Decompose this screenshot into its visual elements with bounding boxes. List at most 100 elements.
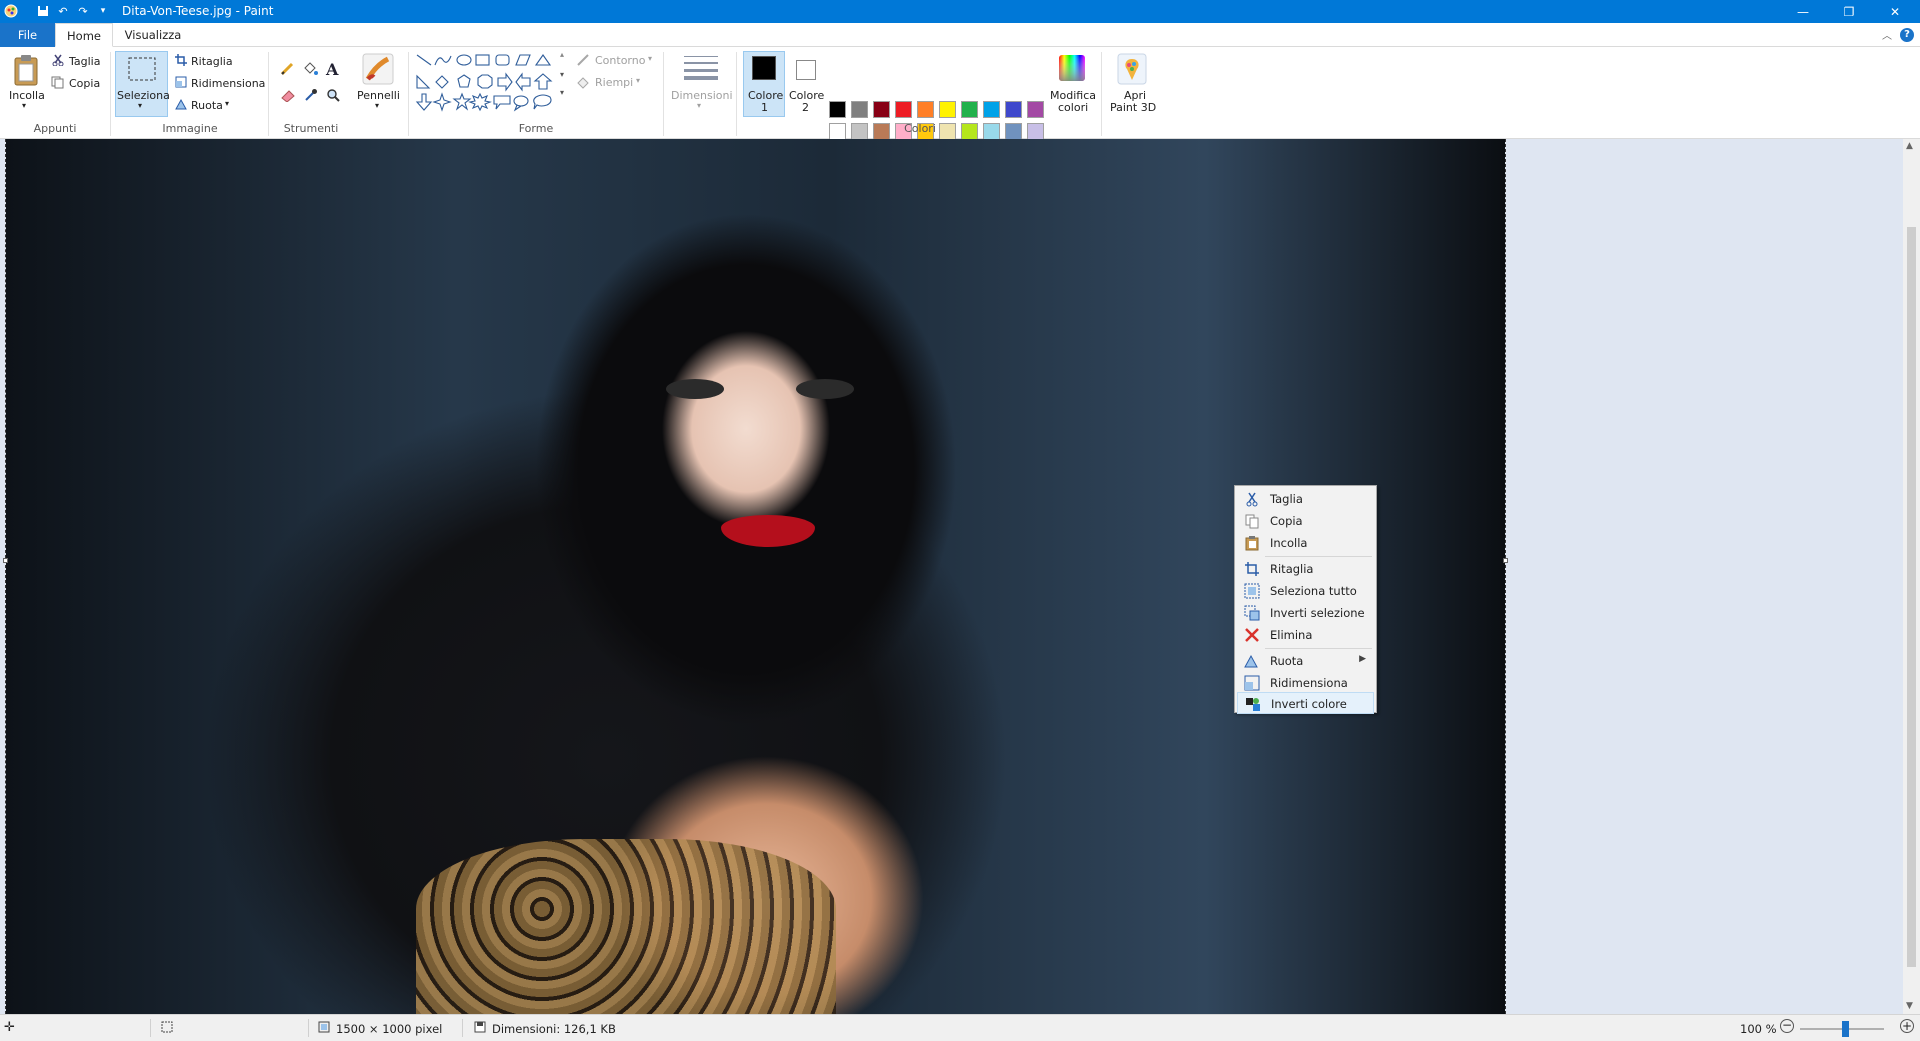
crop-icon	[175, 54, 187, 69]
rotate-button[interactable]: Ruota	[191, 99, 223, 112]
shapes-expand-icon[interactable]: ▾	[560, 88, 564, 97]
color-picker-icon[interactable]	[304, 88, 318, 105]
select-dropdown-icon[interactable]: ▾	[138, 101, 142, 110]
size-icon	[684, 54, 718, 83]
close-button[interactable]: ✕	[1872, 0, 1918, 23]
outline-dropdown-icon[interactable]: ▾	[648, 54, 652, 63]
brushes-dropdown-icon[interactable]: ▾	[375, 101, 379, 110]
palette-swatch[interactable]	[1005, 101, 1022, 118]
menu-item-resize[interactable]: Ridimensiona	[1237, 672, 1374, 694]
canvas-workspace[interactable]	[0, 139, 1903, 1014]
menu-item-select-all[interactable]: Seleziona tutto	[1237, 580, 1374, 602]
zoom-in-button[interactable]: +	[1900, 1019, 1914, 1033]
paste-button[interactable]: Incolla	[9, 89, 45, 102]
menu-item-cut[interactable]: Taglia	[1237, 488, 1374, 510]
tab-home[interactable]: Home	[55, 23, 113, 47]
scissors-icon	[1244, 491, 1260, 507]
shapes-scroll-up-icon[interactable]: ▴	[560, 50, 564, 59]
ribbon-separator	[110, 52, 111, 136]
submenu-arrow-icon: ▶	[1359, 654, 1366, 664]
magnifier-icon[interactable]	[326, 88, 340, 105]
help-icon[interactable]: ?	[1900, 28, 1914, 42]
scroll-up-icon[interactable]: ▲	[1906, 141, 1913, 151]
outline-button[interactable]: Contorno	[595, 54, 645, 67]
paste-dropdown-icon[interactable]: ▾	[22, 101, 26, 110]
fill-bucket-icon[interactable]	[302, 61, 318, 80]
image-size-text: 1500 × 1000 pixel	[336, 1022, 443, 1036]
selection-border-right	[1505, 139, 1506, 1014]
palette-swatch[interactable]	[983, 101, 1000, 118]
scroll-down-icon[interactable]: ▼	[1906, 1001, 1913, 1011]
palette-swatch[interactable]	[917, 101, 934, 118]
palette-swatch[interactable]	[961, 123, 978, 140]
menu-item-crop[interactable]: Ritaglia	[1237, 558, 1374, 580]
color2-swatch[interactable]	[796, 60, 816, 80]
menu-item-delete[interactable]: Elimina	[1237, 624, 1374, 646]
paint3d-icon[interactable]	[1117, 53, 1147, 88]
resize-button[interactable]: Ridimensiona	[191, 77, 265, 90]
tab-view[interactable]: Visualizza	[113, 23, 193, 47]
restore-button[interactable]: ❐	[1826, 0, 1872, 23]
copy-button[interactable]: Copia	[69, 77, 100, 90]
file-size-icon	[473, 1020, 487, 1037]
undo-icon[interactable]: ↶	[55, 3, 71, 19]
palette-swatch[interactable]	[829, 123, 846, 140]
save-icon[interactable]	[35, 3, 51, 19]
menu-item-invert-selection[interactable]: Inverti selezione	[1237, 602, 1374, 624]
menu-item-label: Ritaglia	[1270, 562, 1314, 576]
customize-toolbar-icon[interactable]: ▾	[95, 3, 111, 19]
copy-icon	[51, 76, 64, 92]
rotate-dropdown-icon[interactable]: ▾	[225, 99, 229, 108]
shapes-gallery[interactable]	[414, 52, 564, 117]
ribbon-separator	[663, 52, 664, 136]
minimize-button[interactable]: —	[1780, 0, 1826, 23]
palette-swatch[interactable]	[961, 101, 978, 118]
eraser-icon[interactable]	[280, 88, 296, 105]
palette-swatch[interactable]	[1005, 123, 1022, 140]
palette-swatch[interactable]	[983, 123, 1000, 140]
menu-item-copy[interactable]: Copia	[1237, 510, 1374, 532]
palette-swatch[interactable]	[895, 101, 912, 118]
palette-swatch[interactable]	[873, 101, 890, 118]
palette-swatch[interactable]	[851, 101, 868, 118]
cut-button[interactable]: Taglia	[69, 55, 100, 68]
menu-item-rotate[interactable]: Ruota ▶	[1237, 650, 1374, 672]
tab-file[interactable]: File	[0, 23, 55, 47]
zoom-out-button[interactable]: −	[1780, 1019, 1794, 1033]
size-dropdown-icon[interactable]: ▾	[697, 101, 701, 110]
palette-swatch[interactable]	[939, 101, 956, 118]
menu-item-invert-color[interactable]: Inverti colore	[1237, 692, 1374, 714]
collapse-ribbon-icon[interactable]: ︿	[1882, 27, 1892, 42]
brush-icon[interactable]	[362, 53, 394, 88]
invert-selection-icon	[1244, 605, 1260, 621]
palette-swatch[interactable]	[1027, 123, 1044, 140]
palette-swatch[interactable]	[1027, 101, 1044, 118]
vertical-scrollbar[interactable]: ▲ ▼	[1903, 139, 1920, 1014]
resize-handle[interactable]	[3, 558, 8, 563]
menu-item-paste[interactable]: Incolla	[1237, 532, 1374, 554]
palette-swatch[interactable]	[829, 101, 846, 118]
scrollbar-thumb[interactable]	[1907, 227, 1916, 967]
fill-dropdown-icon[interactable]: ▾	[636, 76, 640, 85]
menu-item-label: Seleziona tutto	[1270, 584, 1357, 598]
fill-button[interactable]: Riempi	[595, 76, 633, 89]
zoom-slider-thumb[interactable]	[1842, 1021, 1849, 1037]
pencil-icon[interactable]	[280, 62, 294, 79]
menu-item-label: Taglia	[1270, 492, 1303, 506]
text-icon[interactable]: A	[326, 60, 338, 79]
menu-item-label: Elimina	[1270, 628, 1313, 642]
color1-number: 1	[761, 101, 768, 114]
edit-colors-icon[interactable]	[1057, 53, 1087, 86]
select-all-icon	[1244, 583, 1260, 599]
paste-icon[interactable]	[13, 54, 39, 89]
palette-swatch[interactable]	[851, 123, 868, 140]
resize-handle[interactable]	[1503, 558, 1508, 563]
paint-app-icon[interactable]	[3, 3, 19, 19]
size-button[interactable]: Dimensioni	[671, 89, 733, 102]
shapes-scroll-down-icon[interactable]: ▾	[560, 70, 564, 79]
rotate-icon	[1244, 653, 1260, 669]
zoom-level: 100 %	[1740, 1022, 1777, 1036]
redo-icon[interactable]: ↷	[75, 3, 91, 19]
copy-icon	[1244, 513, 1260, 529]
crop-button[interactable]: Ritaglia	[191, 55, 233, 68]
